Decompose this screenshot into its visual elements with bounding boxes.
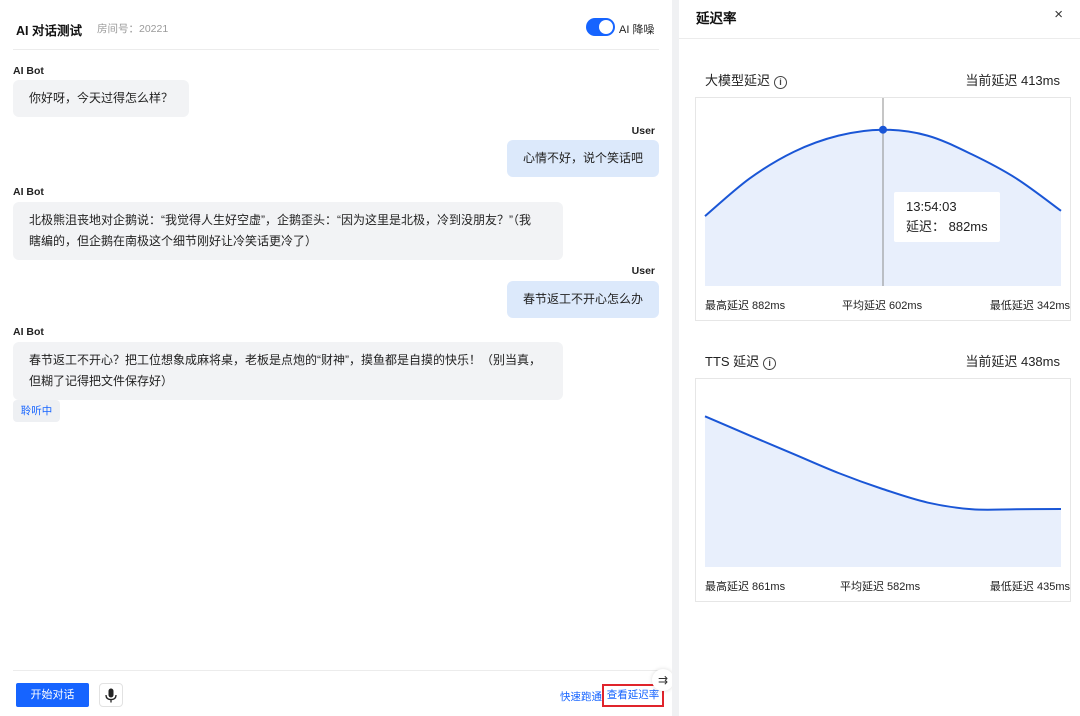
highlight-point[interactable] bbox=[879, 125, 887, 134]
llm-latency-card: 13:54:03 延迟： 882ms 最高延迟 882ms 平均延迟 602ms… bbox=[695, 97, 1071, 321]
toggle-knob bbox=[599, 20, 613, 34]
info-icon[interactable]: i bbox=[774, 76, 788, 89]
avg-latency: 平均延迟 582ms bbox=[840, 581, 921, 593]
message-sender: AI Bot bbox=[13, 326, 44, 338]
min-latency: 最低延迟 435ms bbox=[989, 581, 1070, 593]
message-line: 瞎编的，但企鹅在南极这个细节刚好让冷笑话更冷了） bbox=[29, 234, 318, 248]
avg-latency: 平均延迟 602ms bbox=[842, 300, 923, 312]
footer-divider bbox=[13, 670, 659, 671]
bot-message: 春节返工不开心？把工位想象成麻将桌，老板是点炮的“财神”，摸鱼都是自摸的快乐！（… bbox=[13, 342, 563, 400]
collapse-icon[interactable]: ⇉ bbox=[652, 669, 674, 691]
message-sender: User bbox=[631, 125, 655, 137]
tts-current-latency: 当前延迟 438ms bbox=[965, 354, 1060, 369]
llm-current-latency: 当前延迟 413ms bbox=[965, 73, 1060, 88]
noise-toggle-label: AI 降噪 bbox=[619, 24, 655, 36]
message-line: 北极熊沮丧地对企鹅说：“我觉得人生好空虚”，企鹅歪头：“因为这里是北极，冷到没朋… bbox=[29, 213, 531, 227]
user-message: 心情不好，说个笑话吧 bbox=[506, 140, 659, 177]
chat-header: AI 对话测试 房间号：20221 AI 降噪 bbox=[13, 0, 659, 50]
room-number: 房间号：20221 bbox=[97, 23, 169, 35]
latency-panel: 延迟率 × 大模型延迟 i 当前延迟 413ms 13:54:03 延迟： 882… bbox=[679, 0, 1080, 716]
tooltip-time: 13:54:03 bbox=[906, 199, 957, 214]
user-message: 春节返工不开心怎么办 bbox=[506, 281, 659, 318]
message-sender: AI Bot bbox=[13, 186, 44, 198]
microphone-icon bbox=[105, 688, 117, 703]
tooltip-value: 延迟： 882ms bbox=[906, 219, 988, 234]
latency-panel-title: 延迟率 bbox=[696, 11, 737, 26]
llm-latency-title: 大模型延迟 i bbox=[705, 70, 788, 89]
message-line: 但糊了记得把文件保存好） bbox=[29, 374, 174, 388]
tts-latency-label: TTS 延迟 bbox=[705, 354, 760, 369]
chat-panel: AI 对话测试 房间号：20221 AI 降噪 AI Bot 你好呀，今天过得怎… bbox=[0, 0, 674, 716]
latency-panel-header: 延迟率 × bbox=[679, 0, 1080, 39]
llm-latency-chart[interactable] bbox=[696, 98, 1070, 320]
tts-latency-chart[interactable] bbox=[696, 379, 1070, 601]
start-conversation-button[interactable]: 开始对话 bbox=[16, 683, 89, 707]
info-icon[interactable]: i bbox=[763, 357, 777, 370]
close-icon[interactable]: × bbox=[1054, 6, 1063, 23]
microphone-button[interactable] bbox=[99, 683, 123, 707]
bot-message: 你好呀，今天过得怎么样？ bbox=[13, 80, 190, 117]
tts-latency-card: 最高延迟 861ms 平均延迟 582ms 最低延迟 435ms bbox=[695, 378, 1071, 602]
message-sender: AI Bot bbox=[13, 65, 44, 77]
app-root: AI 对话测试 房间号：20221 AI 降噪 AI Bot 你好呀，今天过得怎… bbox=[0, 0, 1080, 716]
chart-tooltip: 13:54:03 延迟： 882ms bbox=[894, 192, 1000, 242]
message-sender: User bbox=[631, 265, 655, 277]
max-latency: 最高延迟 882ms bbox=[705, 300, 786, 312]
min-latency: 最低延迟 342ms bbox=[989, 300, 1070, 312]
llm-latency-label: 大模型延迟 bbox=[705, 73, 771, 88]
noise-toggle[interactable] bbox=[586, 18, 615, 36]
chat-title: AI 对话测试 bbox=[16, 24, 82, 38]
max-latency: 最高延迟 861ms bbox=[705, 581, 786, 593]
tts-latency-title: TTS 延迟 i bbox=[705, 351, 777, 370]
message-line: 春节返工不开心？把工位想象成麻将桌，老板是点炮的“财神”，摸鱼都是自摸的快乐！（… bbox=[29, 353, 541, 367]
panel-divider[interactable] bbox=[672, 0, 679, 716]
quick-start-link[interactable]: 快速跑通 bbox=[560, 689, 602, 704]
listening-status-badge: 聆听中 bbox=[13, 400, 60, 422]
bot-message: 北极熊沮丧地对企鹅说：“我觉得人生好空虚”，企鹅歪头：“因为这里是北极，冷到没朋… bbox=[13, 202, 563, 260]
